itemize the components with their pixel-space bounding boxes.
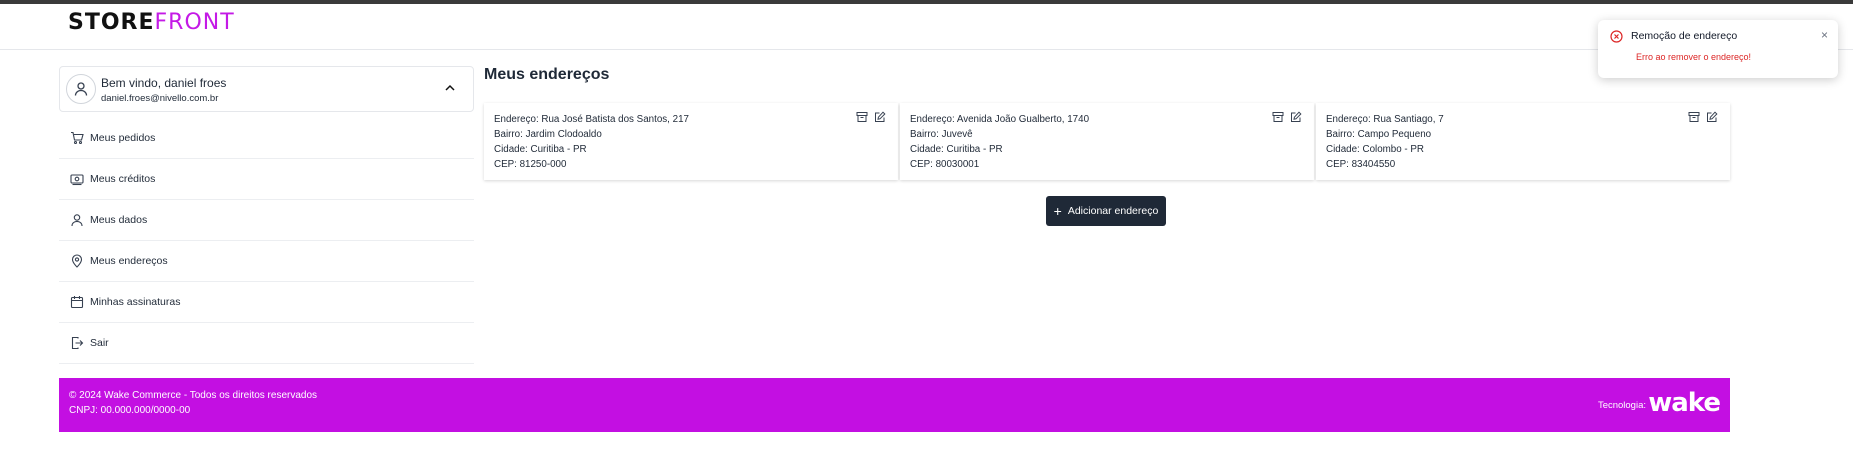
archive-icon[interactable] xyxy=(1688,111,1700,123)
address-street: Endereço: Avenida João Gualberto, 1740 xyxy=(910,114,1090,125)
address-list: Endereço: Rua José Batista dos Santos, 2… xyxy=(484,103,1730,180)
chevron-up-icon[interactable] xyxy=(443,81,457,95)
footer-cnpj: CNPJ: 00.000.000/0000-00 xyxy=(69,405,191,416)
sidebar-item-assinaturas[interactable]: Minhas assinaturas xyxy=(59,282,474,323)
site-footer: © 2024 Wake Commerce - Todos os direitos… xyxy=(59,378,1730,432)
address-actions xyxy=(856,111,886,123)
plus-icon: + xyxy=(1053,203,1062,219)
archive-icon[interactable] xyxy=(1272,111,1284,123)
user-icon xyxy=(71,214,83,227)
edit-icon[interactable] xyxy=(874,111,886,123)
address-street: Endereço: Rua Santiago, 7 xyxy=(1326,114,1444,125)
edit-icon[interactable] xyxy=(1706,111,1718,123)
user-greeting: Bem vindo, daniel froes xyxy=(101,76,227,90)
sidebar-item-label: Meus endereços xyxy=(90,255,168,267)
sidebar-item-pedidos[interactable]: Meus pedidos xyxy=(59,118,474,159)
address-actions xyxy=(1688,111,1718,123)
toast-notification: Remoção de endereço Erro ao remover o en… xyxy=(1598,20,1838,78)
archive-icon[interactable] xyxy=(856,111,868,123)
error-circle-icon xyxy=(1610,30,1623,43)
address-card: Endereço: Rua José Batista dos Santos, 2… xyxy=(484,103,898,180)
add-address-button[interactable]: + Adicionar endereço xyxy=(1046,196,1166,226)
sidebar-item-dados[interactable]: Meus dados xyxy=(59,200,474,241)
calendar-icon xyxy=(70,296,84,309)
address-city: Cidade: Curitiba - PR xyxy=(910,144,1003,155)
sidebar-item-label: Meus pedidos xyxy=(90,132,156,144)
address-card: Endereço: Rua Santiago, 7 Bairro: Campo … xyxy=(1316,103,1730,180)
address-actions xyxy=(1272,111,1302,123)
user-avatar-icon xyxy=(74,82,88,96)
wake-logo[interactable]: wake xyxy=(1648,390,1721,416)
address-cep: CEP: 80030001 xyxy=(910,159,980,170)
avatar xyxy=(66,74,96,104)
location-pin-icon xyxy=(71,254,83,268)
sidebar-item-label: Sair xyxy=(90,337,109,349)
toast-message: Erro ao remover o endereço! xyxy=(1636,52,1752,62)
logo-part-front: FRONT xyxy=(154,10,235,35)
footer-copyright: © 2024 Wake Commerce - Todos os direitos… xyxy=(69,390,318,401)
address-cep: CEP: 83404550 xyxy=(1326,159,1396,170)
address-card: Endereço: Avenida João Gualberto, 1740 B… xyxy=(900,103,1314,180)
cart-icon xyxy=(71,131,84,145)
sidebar-item-sair[interactable]: Sair xyxy=(59,323,474,364)
logo-part-store: STORE xyxy=(68,10,155,35)
credit-icon xyxy=(70,174,84,186)
user-email: daniel.froes@nivello.com.br xyxy=(101,93,219,104)
user-card[interactable]: Bem vindo, daniel froes daniel.froes@niv… xyxy=(59,66,474,112)
footer-tech-label: Tecnologia: xyxy=(1597,400,1646,411)
add-address-label: Adicionar endereço xyxy=(1067,205,1159,217)
address-street: Endereço: Rua José Batista dos Santos, 2… xyxy=(494,114,689,125)
sidebar-item-label: Meus créditos xyxy=(90,173,156,185)
sidebar-item-enderecos[interactable]: Meus endereços xyxy=(59,241,474,282)
sidebar-item-creditos[interactable]: Meus créditos xyxy=(59,159,474,200)
address-city: Cidade: Colombo - PR xyxy=(1326,144,1425,155)
logout-icon xyxy=(71,336,84,350)
edit-icon[interactable] xyxy=(1290,111,1302,123)
address-neighborhood: Bairro: Campo Pequeno xyxy=(1326,129,1432,140)
site-header: STOREFRONT xyxy=(0,4,1853,50)
address-city: Cidade: Curitiba - PR xyxy=(494,144,587,155)
storefront-logo[interactable]: STOREFRONT xyxy=(68,10,235,36)
account-sidebar: Bem vindo, daniel froes daniel.froes@niv… xyxy=(59,66,474,364)
close-icon[interactable]: × xyxy=(1821,28,1828,42)
toast-title: Remoção de endereço xyxy=(1631,30,1738,42)
sidebar-item-label: Meus dados xyxy=(90,214,148,226)
address-neighborhood: Bairro: Jardim Clodoaldo xyxy=(494,129,602,140)
sidebar-menu: Meus pedidos Meus créditos Meus dados Me… xyxy=(59,118,474,364)
address-cep: CEP: 81250-000 xyxy=(494,159,567,170)
page-title: Meus endereços xyxy=(484,66,610,83)
address-neighborhood: Bairro: Juvevê xyxy=(910,129,973,140)
sidebar-item-label: Minhas assinaturas xyxy=(90,296,181,308)
